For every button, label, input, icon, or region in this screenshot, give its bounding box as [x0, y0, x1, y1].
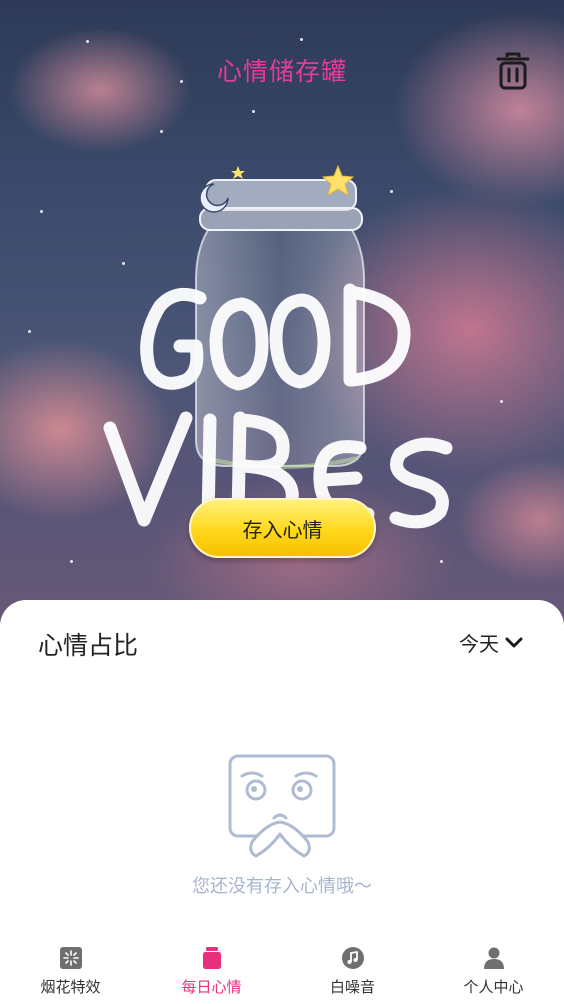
bottom-tab-bar: 烟花特效 每日心情 白噪音 个人中心 [0, 936, 564, 1004]
star [500, 400, 503, 403]
star [300, 38, 303, 41]
store-mood-button[interactable]: 存入心情 [189, 498, 376, 558]
mood-jar-illustration [195, 164, 365, 469]
panel-title: 心情占比 [38, 631, 139, 660]
tab-label: 白噪音 [329, 978, 375, 996]
tab-label: 每日心情 [181, 978, 242, 996]
empty-state-face-icon [228, 754, 336, 858]
music-icon [341, 946, 365, 970]
time-range-label: 今天 [459, 632, 499, 656]
chevron-down-icon [505, 637, 523, 647]
star [40, 210, 43, 213]
tab-label: 烟花特效 [40, 978, 101, 996]
star [160, 130, 163, 133]
star [122, 262, 125, 265]
star [70, 560, 73, 563]
fireworks-icon [59, 946, 83, 970]
tab-white-noise[interactable]: 白噪音 [282, 936, 423, 1004]
star [252, 110, 255, 113]
person-icon [482, 946, 506, 970]
tab-daily-mood[interactable]: 每日心情 [141, 936, 282, 1004]
star [86, 40, 89, 43]
hero-background: 心情储存罐 存入心情 [0, 0, 564, 640]
tab-profile[interactable]: 个人中心 [423, 936, 564, 1004]
trash-icon[interactable] [496, 52, 530, 90]
star [390, 190, 393, 193]
time-range-dropdown[interactable]: 今天 [459, 628, 523, 657]
jar-icon [200, 946, 224, 970]
star [440, 560, 443, 563]
star [28, 330, 31, 333]
tab-label: 个人中心 [463, 978, 524, 996]
empty-state-message: 您还没有存入心情哦～ [192, 876, 372, 897]
tab-fireworks[interactable]: 烟花特效 [0, 936, 141, 1004]
page-title: 心情储存罐 [216, 57, 347, 86]
